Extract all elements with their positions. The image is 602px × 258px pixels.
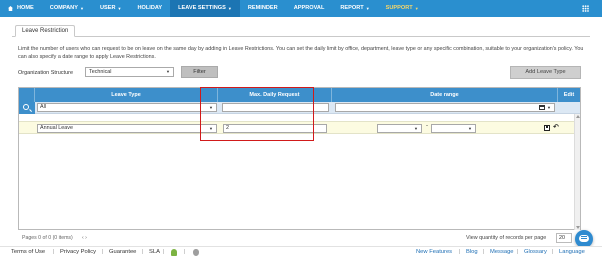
footer-separator: |	[517, 249, 519, 255]
home-icon	[8, 6, 13, 11]
chevron-down-icon: ▼	[414, 126, 418, 131]
leave-type-filter-select[interactable]: All ▼	[37, 103, 217, 112]
grid-header-spacer	[19, 88, 35, 102]
footer: Terms of Use | Privacy Policy | Guarante…	[0, 246, 602, 258]
footer-message-link[interactable]: Message	[490, 249, 514, 255]
footer-separator: |	[459, 249, 461, 255]
leave-type-filter-value: All	[40, 104, 46, 110]
date-range-separator: -	[426, 123, 428, 129]
nav-support[interactable]: SUPPORT ▼	[378, 0, 427, 17]
footer-sla-link[interactable]: SLA	[149, 249, 160, 255]
org-structure-value: Technical	[89, 69, 112, 75]
top-navigation-bar: HOME COMPANY ▼ USER ▼ HOLIDAY LEAVE SETT…	[0, 0, 602, 17]
footer-language-link[interactable]: Language	[559, 249, 585, 255]
scroll-down-icon[interactable]	[576, 226, 580, 229]
chevron-down-icon: ▼	[166, 69, 170, 74]
leave-type-value: Annual Leave	[40, 125, 73, 131]
nav-holiday[interactable]: HOLIDAY	[129, 0, 170, 17]
android-icon[interactable]	[171, 249, 177, 256]
search-icon	[23, 104, 29, 110]
chevron-down-icon: ▼	[468, 126, 472, 131]
leave-type-select[interactable]: Annual Leave ▼	[37, 124, 217, 133]
col-leave-type[interactable]: Leave Type	[35, 88, 218, 102]
nav-leave-settings-label: LEAVE SETTINGS	[178, 5, 226, 11]
footer-separator: |	[102, 249, 104, 255]
footer-separator: |	[483, 249, 485, 255]
nav-home-label: HOME	[17, 5, 34, 11]
footer-separator: |	[163, 249, 165, 255]
footer-glossary-link[interactable]: Glossary	[524, 249, 547, 255]
nav-reminder-label: REMINDER	[247, 5, 278, 11]
nav-holiday-label: HOLIDAY	[137, 5, 163, 11]
nav-home[interactable]: HOME	[0, 0, 42, 17]
footer-separator: |	[142, 249, 144, 255]
tab-leave-restriction[interactable]: Leave Restriction	[15, 25, 76, 37]
caret-down-icon: ▼	[365, 6, 370, 11]
col-edit: Edit	[563, 92, 575, 98]
col-date-range[interactable]: Date range	[332, 88, 558, 102]
footer-guarantee-link[interactable]: Guarantee	[109, 249, 136, 255]
view-quantity-input[interactable]: 20	[556, 233, 572, 243]
date-from-select[interactable]: ▼	[377, 124, 422, 133]
caret-down-icon: ▼	[227, 6, 232, 11]
nav-company-label: COMPANY	[49, 5, 78, 11]
date-to-select[interactable]: ▼	[431, 124, 476, 133]
footer-privacy-link[interactable]: Privacy Policy	[60, 249, 96, 255]
footer-separator: |	[552, 249, 554, 255]
footer-new-features-link[interactable]: New Features	[416, 249, 452, 255]
nav-report[interactable]: REPORT ▼	[332, 0, 377, 17]
nav-user[interactable]: USER ▼	[92, 0, 130, 17]
filter-search-cell[interactable]	[19, 102, 35, 114]
view-quantity-label: View quantity of records per page	[466, 235, 547, 241]
page-description: Limit the number of users who can reques…	[18, 46, 584, 60]
annotation-highlight-box	[200, 87, 314, 141]
apple-icon[interactable]	[193, 249, 199, 256]
org-structure-label: Organization Structure	[18, 70, 74, 76]
vertical-scrollbar[interactable]	[574, 114, 580, 230]
apps-grid-icon[interactable]	[582, 5, 589, 12]
chevron-down-icon: ▼	[547, 105, 551, 110]
footer-separator: |	[184, 249, 186, 255]
add-leave-type-button[interactable]: Add Leave Type	[510, 66, 581, 79]
nav-support-label: SUPPORT	[385, 5, 413, 11]
pager-info: Pages 0 of 0 (0 items)	[22, 235, 73, 241]
nav-report-label: REPORT	[340, 5, 364, 11]
nav-approval[interactable]: APPROVAL	[286, 0, 333, 17]
nav-leave-settings[interactable]: LEAVE SETTINGS ▼	[170, 0, 240, 17]
org-structure-select[interactable]: Technical ▼	[85, 67, 174, 77]
footer-terms-link[interactable]: Terms of Use	[11, 249, 45, 255]
nav-reminder[interactable]: REMINDER	[240, 0, 286, 17]
nav-user-label: USER	[99, 5, 116, 11]
filter-button[interactable]: Filter	[181, 66, 218, 78]
tab-bar: Leave Restriction	[12, 25, 590, 37]
footer-blog-link[interactable]: Blog	[466, 249, 478, 255]
pager-nav-arrows[interactable]: ‹ ›	[82, 235, 87, 241]
scroll-up-icon[interactable]	[576, 115, 580, 118]
calendar-icon[interactable]	[539, 105, 545, 110]
undo-icon[interactable]: ↶	[553, 124, 559, 132]
caret-down-icon: ▼	[79, 6, 84, 11]
caret-down-icon: ▼	[117, 6, 122, 11]
footer-separator: |	[53, 249, 55, 255]
save-icon[interactable]	[544, 125, 550, 131]
caret-down-icon: ▼	[414, 6, 419, 11]
nav-company[interactable]: COMPANY ▼	[42, 0, 92, 17]
nav-approval-label: APPROVAL	[293, 5, 325, 11]
date-range-filter-input[interactable]: ▼	[335, 103, 555, 112]
